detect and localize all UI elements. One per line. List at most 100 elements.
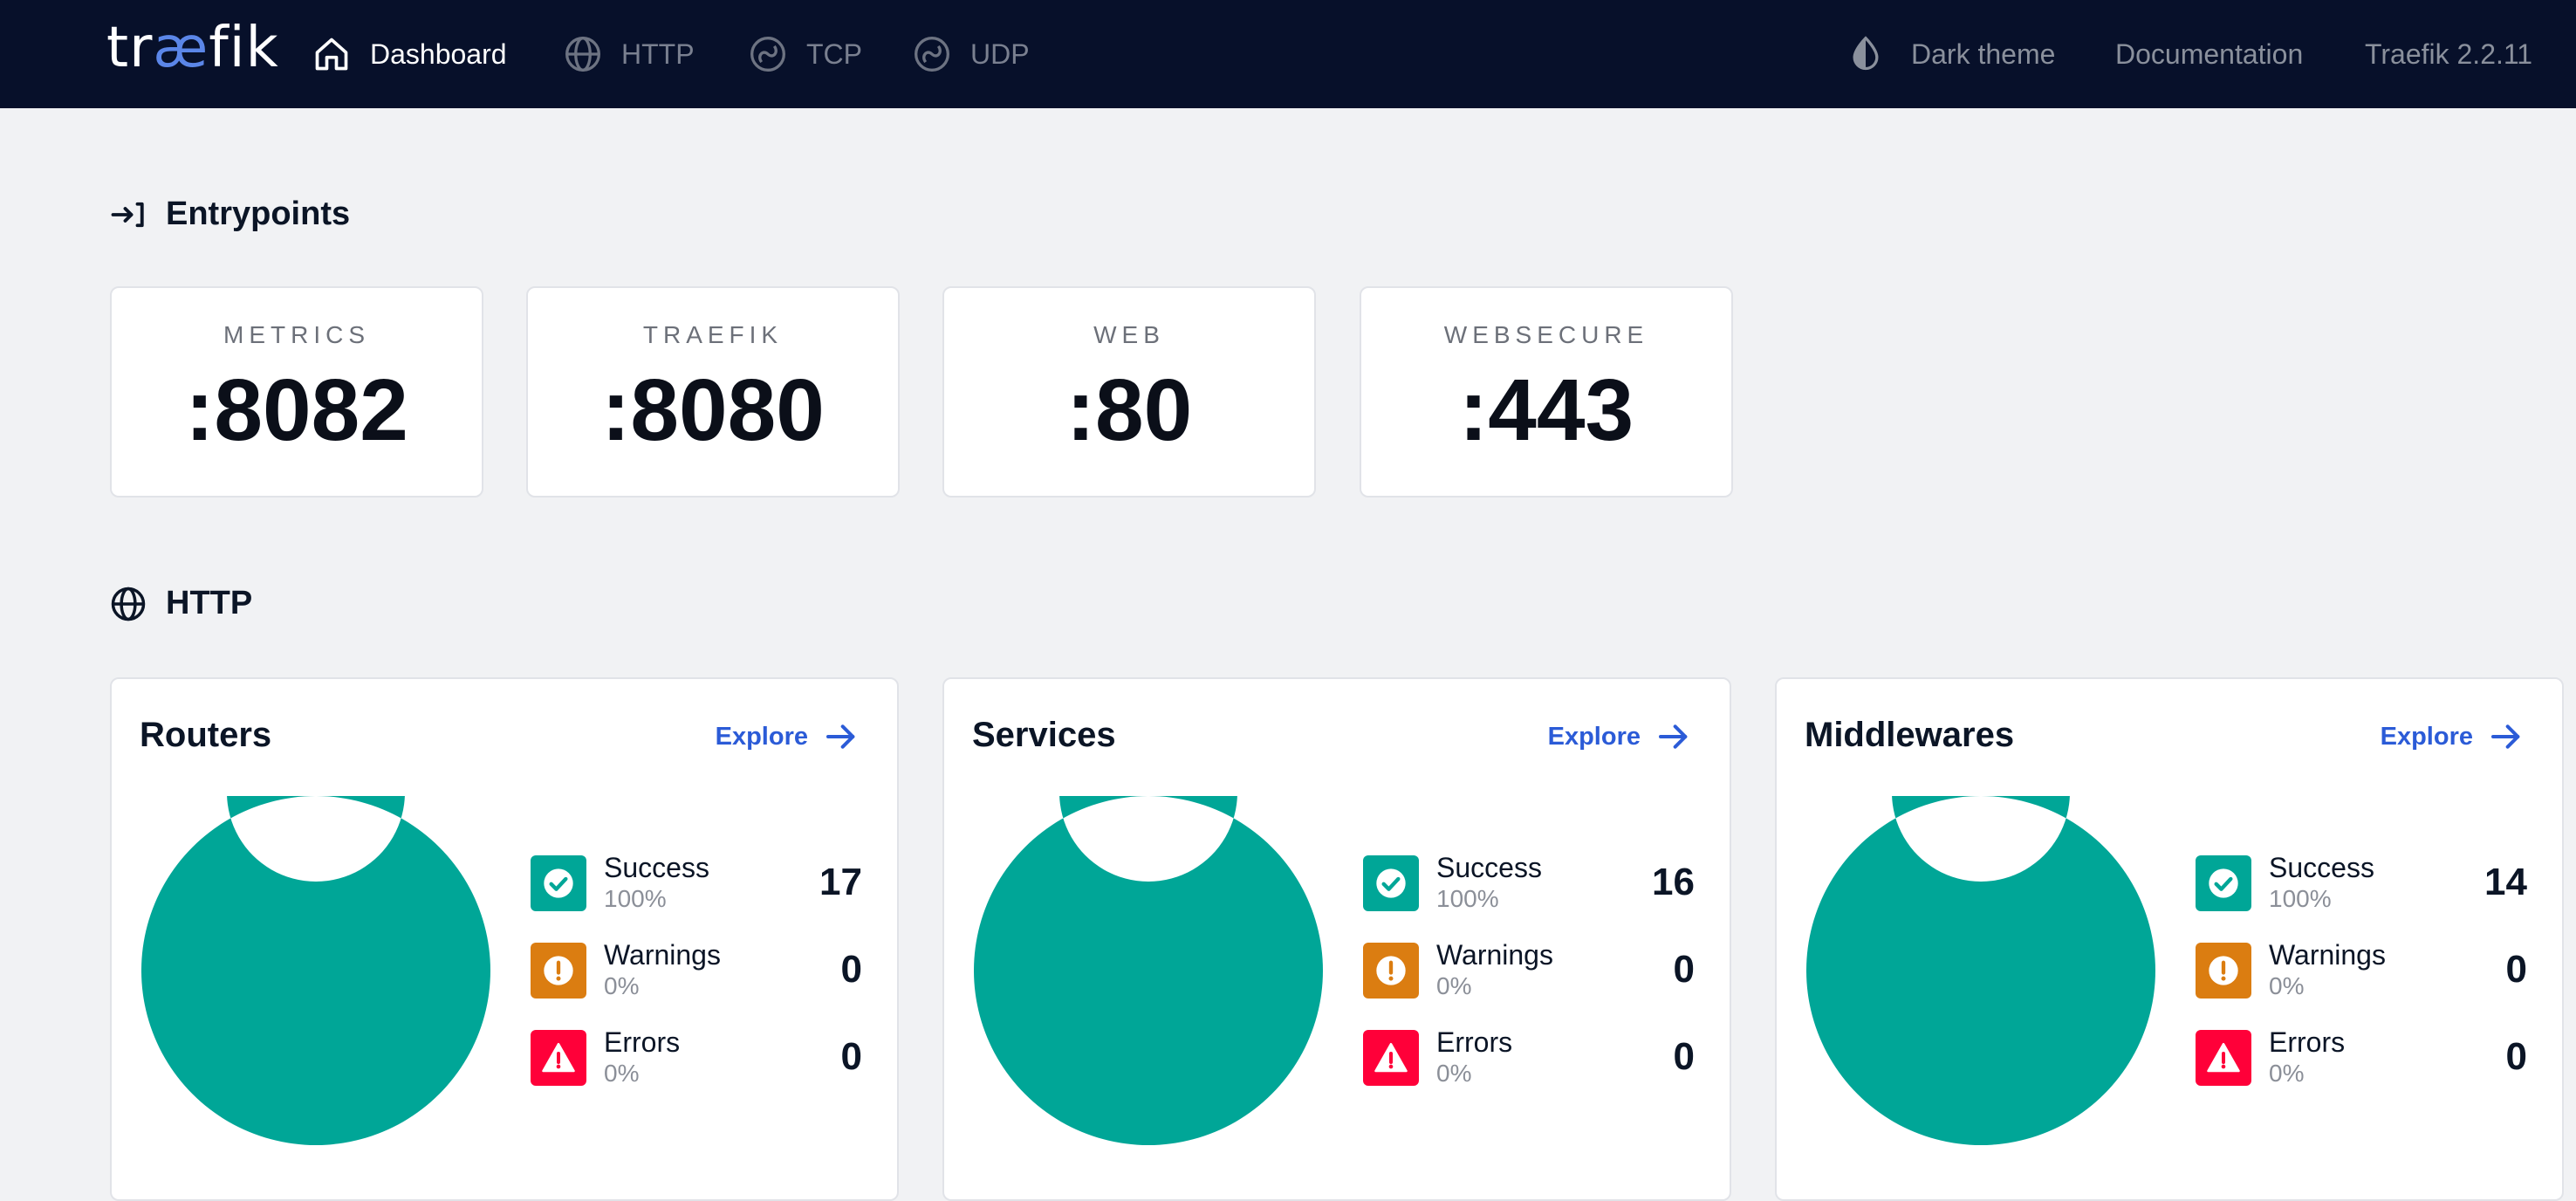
success-stat: Success 100% 14 [2196, 852, 2527, 922]
nav-http-label: HTTP [621, 38, 695, 70]
alert-triangle-icon [2207, 1042, 2240, 1073]
version-text: Traefik 2.2.11 [2365, 38, 2533, 70]
entrypoint-card-traefik: TRAEFIK :8080 [526, 286, 900, 498]
errors-count: 0 [1673, 1035, 1695, 1078]
alert-triangle-icon [1374, 1042, 1408, 1073]
errors-percent: 0% [1436, 1060, 1472, 1087]
errors-percent: 0% [604, 1060, 640, 1087]
udp-icon [915, 37, 949, 72]
entrypoint-port: :8082 [185, 361, 408, 459]
status-donut-chart [974, 796, 1323, 1145]
top-navbar: træfik Dashboard HTTP TCP UDP Dark theme… [0, 0, 2576, 108]
entrypoint-name: WEBSECURE [1443, 321, 1649, 348]
errors-stat: Errors 0% 0 [2196, 1026, 2527, 1096]
middlewares-panel: Middlewares Explore Success 100% 14 Warn… [1775, 677, 2564, 1201]
exclamation-circle-icon [1376, 956, 1406, 985]
nav-http[interactable]: HTTP [564, 0, 695, 108]
warnings-percent: 0% [2269, 972, 2305, 999]
alert-triangle-icon [542, 1042, 575, 1073]
nav-udp-label: UDP [970, 38, 1030, 70]
success-label: Success [2269, 852, 2374, 883]
error-badge [2196, 1030, 2251, 1086]
success-percent: 100% [604, 885, 667, 912]
success-stat: Success 100% 17 [531, 852, 862, 922]
warnings-count: 0 [2505, 948, 2527, 991]
status-donut-chart [141, 796, 490, 1145]
success-label: Success [1436, 852, 1542, 883]
success-label: Success [604, 852, 709, 883]
error-badge [531, 1030, 586, 1086]
check-icon [2209, 868, 2238, 898]
entrypoint-port: :80 [1065, 361, 1193, 459]
tcp-icon [750, 37, 785, 72]
entrypoint-card-websecure: WEBSECURE :443 [1360, 286, 1733, 498]
documentation-link[interactable]: Documentation [2115, 0, 2303, 108]
warnings-count: 0 [840, 948, 862, 991]
warnings-percent: 0% [604, 972, 640, 999]
success-count: 17 [819, 861, 862, 903]
errors-label: Errors [1436, 1026, 1513, 1058]
routers-panel: Routers Explore Success 100% 17 Warnings… [110, 677, 899, 1201]
warnings-stat: Warnings 0% 0 [1363, 939, 1695, 1009]
errors-label: Errors [604, 1026, 681, 1058]
explore-routers-link[interactable]: Explore [716, 719, 859, 754]
warnings-label: Warnings [604, 939, 721, 971]
contrast-icon [1853, 36, 1879, 71]
success-percent: 100% [2269, 885, 2332, 912]
arrow-right-icon [2491, 724, 2520, 749]
entrypoint-icon [111, 202, 144, 227]
nav-udp[interactable]: UDP [913, 0, 1030, 108]
explore-services-link[interactable]: Explore [1548, 719, 1691, 754]
panel-title: Routers [140, 716, 272, 754]
dark-theme-toggle[interactable]: Dark theme [1846, 0, 2055, 108]
entrypoint-card-metrics: METRICS :8082 [110, 286, 483, 498]
http-section-title: HTTP [110, 585, 252, 622]
success-badge [2196, 855, 2251, 911]
panel-title: Middlewares [1805, 716, 2015, 754]
nav-dashboard[interactable]: Dashboard [312, 0, 507, 108]
check-icon [1376, 868, 1406, 898]
exclamation-circle-icon [544, 956, 573, 985]
explore-label: Explore [715, 722, 808, 751]
error-badge [1363, 1030, 1419, 1086]
documentation-label: Documentation [2115, 38, 2304, 70]
dark-theme-label: Dark theme [1911, 38, 2056, 70]
status-donut-chart [1806, 796, 2155, 1145]
errors-percent: 0% [2269, 1060, 2305, 1087]
entrypoints-title: Entrypoints [166, 196, 351, 232]
logo-text-start: tr [106, 16, 154, 80]
http-title: HTTP [166, 585, 253, 621]
success-count: 14 [2484, 861, 2527, 903]
services-panel: Services Explore Success 100% 16 Warning… [942, 677, 1731, 1201]
warnings-label: Warnings [1436, 939, 1553, 971]
success-percent: 100% [1436, 885, 1499, 912]
success-badge [1363, 855, 1419, 911]
success-stat: Success 100% 16 [1363, 852, 1695, 922]
entrypoint-name: WEB [1093, 321, 1165, 348]
home-icon [315, 38, 348, 71]
explore-middlewares-link[interactable]: Explore [2381, 719, 2524, 754]
entrypoint-name: METRICS [223, 321, 370, 348]
errors-stat: Errors 0% 0 [531, 1026, 862, 1096]
entrypoint-name: TRAEFIK [642, 321, 784, 348]
errors-label: Errors [2269, 1026, 2346, 1058]
warnings-stat: Warnings 0% 0 [531, 939, 862, 1009]
warnings-count: 0 [1673, 948, 1695, 991]
warning-badge [1363, 943, 1419, 999]
errors-stat: Errors 0% 0 [1363, 1026, 1695, 1096]
nav-tcp[interactable]: TCP [749, 0, 862, 108]
check-icon [544, 868, 573, 898]
warnings-stat: Warnings 0% 0 [2196, 939, 2527, 1009]
explore-label: Explore [2380, 722, 2473, 751]
warnings-percent: 0% [1436, 972, 1472, 999]
entrypoint-port: :8080 [601, 361, 825, 459]
explore-label: Explore [1547, 722, 1641, 751]
globe-icon [111, 587, 146, 621]
globe-icon [565, 37, 600, 72]
panel-title: Services [972, 716, 1116, 754]
success-count: 16 [1652, 861, 1695, 903]
logo-text-end: fik [209, 16, 279, 80]
version-label: Traefik 2.2.11 [2365, 0, 2532, 108]
warnings-label: Warnings [2269, 939, 2386, 971]
traefik-logo[interactable]: træfik [106, 16, 279, 80]
